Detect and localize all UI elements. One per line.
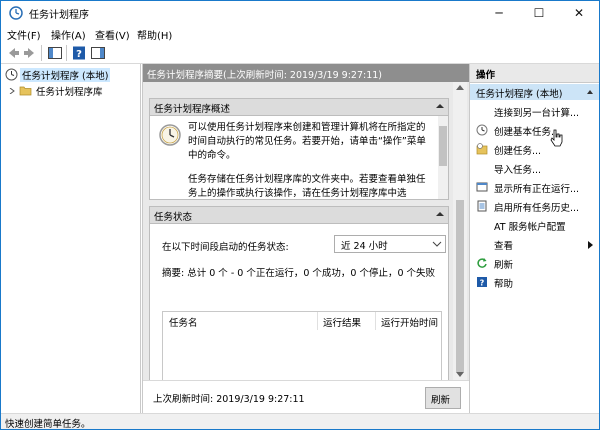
section-title: 任务状态 — [154, 212, 193, 223]
collapse-icon[interactable] — [436, 102, 444, 110]
menu-file[interactable]: 文件(F) — [7, 27, 41, 42]
action-import-task[interactable]: 导入任务... — [470, 159, 599, 177]
summary-header-text: 任务计划程序摘要(上次刷新时间: 2019/3/19 9:27:11) — [147, 70, 382, 81]
tree-item-task-scheduler-local[interactable]: 任务计划程序 (本地) — [1, 67, 140, 83]
menu-help[interactable]: 帮助(H) — [137, 27, 172, 42]
window-title: 任务计划程序 — [29, 10, 89, 21]
column-header-run-result[interactable]: 运行结果 — [317, 312, 376, 330]
title-bar[interactable]: 任务计划程序 ─ ☐ ✕ — [1, 1, 599, 25]
menu-action[interactable]: 操作(A) — [51, 27, 86, 42]
collapse-icon[interactable] — [436, 210, 444, 218]
column-header-task-name[interactable]: 任务名 — [163, 312, 318, 330]
period-label: 在以下时间段启动的任务状态: — [162, 242, 289, 253]
toolbar-separator — [41, 45, 42, 61]
chevron-down-icon — [432, 241, 442, 247]
collapse-icon[interactable] — [587, 89, 593, 95]
period-select[interactable]: 近 24 小时 — [334, 235, 446, 253]
back-arrow-icon[interactable] — [5, 45, 21, 61]
submenu-arrow-icon — [588, 241, 593, 249]
refresh-icon — [477, 258, 487, 268]
help-book-icon[interactable]: ? — [71, 45, 87, 61]
task-status-table: 任务名 运行结果 运行开始时间 — [162, 311, 442, 380]
show-hide-console-tree-icon[interactable] — [47, 45, 63, 61]
task-status-section: 任务状态 在以下时间段启动的任务状态: 近 24 小时 摘要: 总计 0 个 -… — [149, 206, 449, 380]
action-create-basic-task[interactable]: 创建基本任务... — [470, 121, 599, 139]
minimize-button[interactable]: ─ — [479, 1, 519, 25]
status-text: 快速创建简单任务。 — [5, 419, 91, 430]
section-title: 任务计划程序概述 — [154, 104, 231, 115]
hand-pointer-icon — [550, 129, 563, 147]
running-tasks-icon — [476, 182, 488, 192]
summary-body: 任务计划程序概述 可以使用任务计划程序来创建和管理计算机将在所指定的时间自动执行… — [143, 82, 469, 380]
toolbar-separator — [66, 45, 67, 61]
task-scheduler-app-icon — [9, 6, 23, 20]
folder-icon — [19, 86, 32, 96]
overview-paragraph-1: 可以使用任务计划程序来创建和管理计算机将在所指定的时间自动执行的常见任务。若要开… — [188, 122, 426, 161]
action-pane-toggle-icon[interactable] — [90, 45, 106, 61]
scroll-thumb[interactable] — [456, 200, 464, 372]
chevron-right-icon[interactable] — [9, 88, 15, 94]
action-refresh[interactable]: 刷新 — [470, 254, 599, 272]
help-icon: ? — [477, 277, 487, 288]
overview-scrollbar[interactable] — [438, 116, 448, 199]
overview-section-header[interactable]: 任务计划程序概述 — [150, 99, 448, 116]
scroll-thumb[interactable] — [439, 126, 447, 166]
main-window: 任务计划程序 ─ ☐ ✕ 文件(F) 操作(A) 查看(V) 帮助(H) ? 任… — [0, 0, 600, 430]
last-refresh-text: 上次刷新时间: 2019/3/19 9:27:11 — [153, 394, 305, 405]
close-button[interactable]: ✕ — [559, 1, 599, 25]
action-connect-computer[interactable]: 连接到另一台计算... — [470, 102, 599, 120]
summary-footer: 上次刷新时间: 2019/3/19 9:27:11 刷新 — [143, 380, 469, 414]
actions-header: 操作 — [470, 64, 599, 83]
summary-header: 任务计划程序摘要(上次刷新时间: 2019/3/19 9:27:11) — [143, 64, 469, 82]
tree-label: 任务计划程序 (本地) — [20, 68, 111, 82]
status-section-header[interactable]: 任务状态 — [150, 207, 448, 224]
clock-icon — [5, 68, 18, 81]
action-display-running[interactable]: 显示所有正在运行... — [470, 178, 599, 196]
action-group-task-scheduler-local[interactable]: 任务计划程序 (本地) — [470, 84, 599, 100]
toolbar: ? — [1, 42, 599, 64]
period-value: 近 24 小时 — [341, 241, 388, 252]
history-icon — [477, 200, 487, 212]
svg-text:?: ? — [480, 279, 485, 288]
action-view[interactable]: 查看 — [470, 235, 599, 253]
tree-item-task-library[interactable]: 任务计划程序库 — [1, 83, 140, 99]
menu-view[interactable]: 查看(V) — [95, 27, 130, 42]
tree-label: 任务计划程序库 — [36, 87, 103, 98]
action-create-task[interactable]: 创建任务... — [470, 140, 599, 158]
task-wizard-icon — [476, 124, 488, 136]
action-help[interactable]: ? 帮助 — [470, 273, 599, 291]
console-tree: 任务计划程序 (本地) 任务计划程序库 — [1, 64, 141, 413]
forward-arrow-icon[interactable] — [22, 45, 38, 61]
scroll-up-icon[interactable] — [456, 84, 464, 90]
column-header-run-start-time[interactable]: 运行开始时间 — [375, 312, 441, 330]
scroll-down-icon[interactable] — [456, 372, 464, 378]
action-at-service-account[interactable]: AT 服务帐户配置 — [470, 216, 599, 234]
create-task-icon — [476, 143, 488, 155]
status-summary: 摘要: 总计 0 个 - 0 个正在运行，0 个成功，0 个停止，0 个失败 — [162, 268, 436, 279]
status-bar: 快速创建简单任务。 — [1, 413, 599, 430]
maximize-button[interactable]: ☐ — [519, 1, 559, 25]
summary-scrollbar[interactable] — [453, 82, 467, 380]
action-enable-history[interactable]: 启用所有任务历史... — [470, 197, 599, 215]
svg-text:?: ? — [76, 49, 82, 60]
menu-bar: 文件(F) 操作(A) 查看(V) 帮助(H) — [1, 25, 599, 42]
summary-pane: 任务计划程序摘要(上次刷新时间: 2019/3/19 9:27:11) 任务计划… — [142, 64, 470, 414]
overview-section: 任务计划程序概述 可以使用任务计划程序来创建和管理计算机将在所指定的时间自动执行… — [149, 98, 449, 200]
scheduler-clock-icon — [159, 124, 181, 146]
actions-pane: 操作 任务计划程序 (本地) 连接到另一台计算... 创建基本任务... 创建任… — [470, 64, 599, 413]
refresh-button[interactable]: 刷新 — [425, 387, 461, 409]
overview-paragraph-2: 任务存储在任务计划程序库的文件夹中。若要查看单独任务上的操作或执行该操作，请在任… — [188, 174, 426, 199]
